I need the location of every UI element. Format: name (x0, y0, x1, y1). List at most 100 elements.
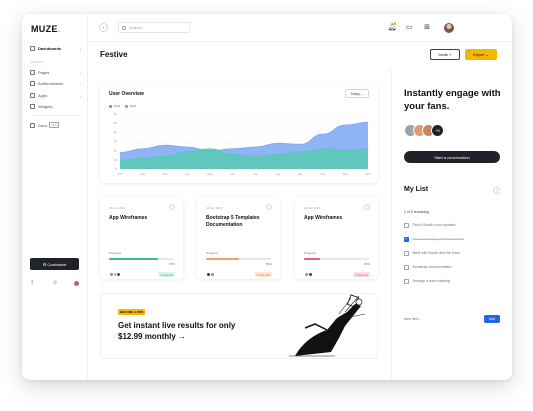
promo-text: Get instant live results for only $12.99… (118, 321, 236, 341)
data-point (367, 148, 369, 150)
todo-checkbox[interactable] (404, 265, 409, 270)
data-point (119, 160, 121, 162)
search-input[interactable]: Search... (118, 22, 190, 33)
project-title: Bootstrap 5 Templates Documentation (206, 215, 260, 228)
data-point (367, 121, 369, 123)
home-icon (30, 46, 35, 51)
promo-banner[interactable]: BECOME A PRO Get instant live results fo… (100, 293, 378, 359)
project-date: 22 Jun 2021 (304, 206, 321, 210)
todo-item[interactable]: Bootstrap documentation (404, 265, 451, 270)
version-badge: v1.0 (49, 122, 59, 128)
project-card[interactable]: 15 Jun 2021 ⋮ App Wireframes Progress 75… (100, 197, 183, 279)
gear-icon[interactable]: ⚙ (53, 280, 57, 286)
info-icon[interactable]: i (493, 187, 500, 194)
grid-icon[interactable]: ⊞ (423, 23, 431, 31)
team-avatars (304, 272, 313, 277)
x-tick-label: Aug (275, 172, 281, 176)
data-point (164, 155, 166, 157)
todo-checkbox[interactable] (404, 251, 409, 256)
sidebar-item-label: Widgets (38, 104, 53, 109)
sidebar-item-apps[interactable]: Apps ⌄ (30, 93, 82, 98)
sidebar: MUZE. Dashboards ⌄ PAGES Pages ⌄ Authent… (22, 14, 88, 380)
apps-icon (30, 93, 35, 98)
sidebar-section-label: PAGES (31, 60, 44, 64)
start-conversation-button[interactable]: Start a conversation (404, 151, 500, 163)
avatar[interactable] (74, 281, 79, 286)
y-tick-label: 50 (114, 121, 118, 125)
x-tick-label: Dec (365, 172, 371, 176)
engage-headline: Instantly engage with your fans. (404, 88, 501, 112)
chat-icon[interactable]: ▭ (405, 23, 413, 31)
data-point (345, 149, 346, 151)
chevron-down-icon: ⌄ (78, 70, 82, 75)
app-window: MUZE. Dashboards ⌄ PAGES Pages ⌄ Authent… (22, 14, 512, 380)
project-card[interactable]: 16 Jun 2021 ⋮ Bootstrap 5 Templates Docu… (197, 197, 280, 279)
y-tick-label: 60 (114, 112, 118, 116)
todo-checkbox[interactable]: ✓ (404, 237, 409, 242)
sidebar-item-label: Docs (38, 122, 48, 128)
invite-button[interactable]: Invite + (430, 49, 460, 60)
progress-percent: 50% (265, 262, 272, 266)
data-point (164, 144, 166, 146)
data-point (277, 142, 279, 144)
sidebar-item-docs[interactable]: Docs v1.0 (30, 122, 82, 128)
data-point (187, 151, 189, 152)
bell-icon[interactable]: 🔔︎ (388, 22, 396, 31)
user-overview-card: User Overview Today ⌄ 2020 2021 0 10 20 30 4… (100, 83, 378, 183)
search-placeholder: Search... (129, 25, 146, 30)
todo-checkbox[interactable] (404, 223, 409, 228)
brand-logo[interactable]: MUZE. (31, 24, 61, 34)
sidebar-divider (30, 115, 80, 116)
chevron-down-icon: ⌄ (78, 46, 82, 51)
todo-checkbox[interactable] (404, 279, 409, 284)
days-left-badge: 4 days left (158, 272, 175, 277)
data-point (254, 155, 256, 157)
days-left-badge: 2 days left (353, 272, 370, 277)
data-point (322, 133, 324, 135)
data-point (322, 148, 324, 150)
docs-icon (30, 122, 35, 128)
sidebar-item-pages[interactable]: Pages ⌄ (30, 70, 82, 75)
sidebar-item-dashboards[interactable]: Dashboards ⌄ (30, 46, 82, 51)
customize-button[interactable]: ⚙ Customize (30, 258, 79, 270)
notification-dot (393, 22, 396, 25)
more-fans-badge[interactable]: +9 (431, 124, 444, 137)
progress-percent: 25% (363, 262, 370, 266)
fan-avatars: +9 (404, 124, 444, 137)
todo-item[interactable]: ✓ New onboarding workflow/assets (404, 237, 464, 242)
more-options-icon[interactable]: ⋮ (364, 204, 370, 210)
todo-item[interactable]: Arrange a team meeting (404, 279, 450, 284)
x-tick-label: Apr (185, 172, 190, 176)
data-point (232, 148, 234, 150)
more-options-icon[interactable]: ⋮ (169, 204, 175, 210)
data-point (142, 148, 143, 150)
more-options-icon[interactable]: ⋮ (266, 204, 272, 210)
sidebar-item-authentication[interactable]: Authentication ⌄ (30, 81, 82, 86)
data-point (254, 146, 256, 148)
y-tick-label: 20 (114, 149, 118, 153)
sidebar-item-label: Pages (38, 70, 50, 75)
progress-bar (206, 258, 271, 260)
y-tick-label: 0 (115, 167, 117, 171)
running-person-illustration (289, 294, 366, 357)
data-point (142, 157, 143, 159)
project-title: App Wireframes (304, 215, 343, 221)
export-button[interactable]: Export ⌄ (465, 49, 497, 60)
project-card[interactable]: 22 Jun 2021 ⋮ App Wireframes Progress 25… (295, 197, 378, 279)
todo-item[interactable]: Meet with Daniel and the team (404, 251, 460, 256)
team-avatars (206, 272, 215, 277)
progress-label: Progress (206, 251, 219, 255)
lock-icon (30, 81, 35, 86)
todo-item[interactable]: Finish Sketch color updates (404, 223, 456, 228)
days-left-badge: 5 days left (255, 272, 272, 277)
x-tick-label: Jan (118, 172, 123, 176)
progress-bar (304, 258, 369, 260)
sidebar-item-widgets[interactable]: Widgets (30, 104, 82, 109)
new-item-input[interactable]: New item... (404, 317, 422, 321)
user-avatar[interactable] (444, 23, 454, 33)
collapse-sidebar-button[interactable]: ‹ (99, 23, 108, 32)
add-item-button[interactable]: Add (484, 315, 500, 323)
chart-icon[interactable]: ⫼ (31, 280, 33, 286)
progress-fill (109, 258, 158, 260)
project-date: 16 Jun 2021 (206, 206, 223, 210)
